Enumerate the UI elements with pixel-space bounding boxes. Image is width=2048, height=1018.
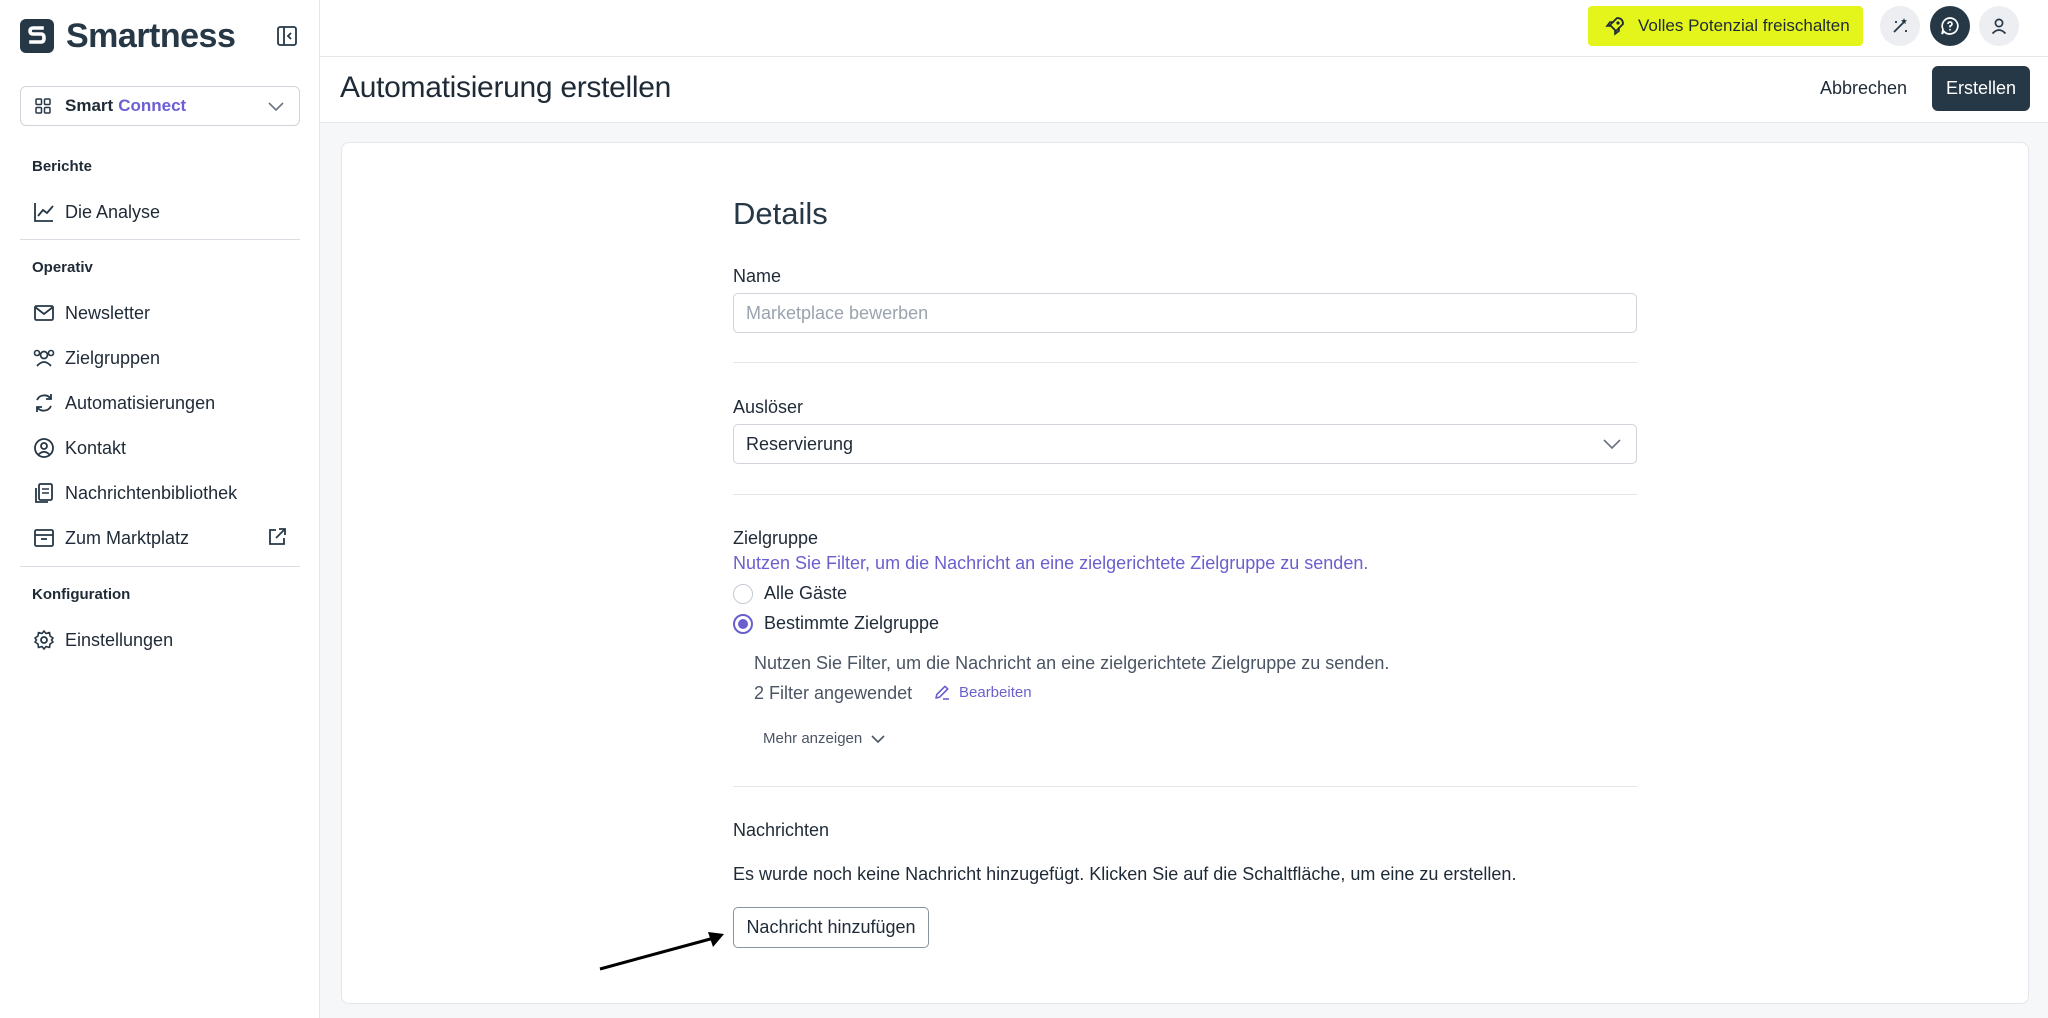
sidebar-item-label: Kontakt bbox=[65, 437, 127, 458]
show-more-label: Mehr anzeigen bbox=[763, 730, 863, 747]
filter-hint-text: Nutzen Sie Filter, um die Nachricht an e… bbox=[754, 653, 1390, 673]
sidebar-item-kontakt[interactable]: Kontakt bbox=[32, 432, 300, 464]
mail-icon bbox=[32, 301, 56, 325]
edit-filters-label: Bearbeiten bbox=[959, 683, 1032, 701]
brand-name: Smartness bbox=[66, 16, 236, 55]
details-heading: Details bbox=[733, 196, 828, 231]
user-circle-icon bbox=[32, 436, 56, 460]
radio-specific-audience[interactable]: Bestimmte Zielgruppe bbox=[733, 613, 939, 634]
audience-helper-text: Nutzen Sie Filter, um die Nachricht an e… bbox=[733, 553, 1369, 573]
trigger-label: Auslöser bbox=[733, 397, 804, 417]
collapse-sidebar-icon[interactable] bbox=[274, 23, 300, 49]
app-switcher-sublabel: Connect bbox=[118, 96, 187, 115]
user-icon bbox=[1991, 18, 2007, 35]
radio-label: Alle Gäste bbox=[764, 583, 848, 603]
sidebar-item-einstellungen[interactable]: Einstellungen bbox=[32, 624, 300, 656]
sidebar-item-newsletter[interactable]: Newsletter bbox=[32, 297, 300, 329]
add-message-button[interactable]: Nachricht hinzufügen bbox=[733, 907, 929, 948]
sidebar-divider bbox=[20, 566, 300, 567]
messages-empty-text: Es wurde noch keine Nachricht hinzugefüg… bbox=[733, 864, 1517, 884]
smartness-logo-icon bbox=[20, 19, 54, 53]
sidebar-item-label: Nachrichtenbibliothek bbox=[65, 482, 238, 503]
sidebar-item-automatisierungen[interactable]: Automatisierungen bbox=[32, 387, 300, 419]
rocket-icon bbox=[1605, 17, 1624, 36]
app-switcher-label: Smart bbox=[65, 96, 114, 115]
trigger-select[interactable]: Reservierung bbox=[733, 424, 1637, 464]
name-input[interactable] bbox=[733, 293, 1637, 333]
inbox-icon bbox=[32, 526, 56, 550]
profile-button[interactable] bbox=[1979, 6, 2019, 46]
sidebar-divider bbox=[20, 239, 300, 240]
refresh-icon bbox=[32, 391, 56, 415]
radio-label: Bestimmte Zielgruppe bbox=[764, 613, 940, 633]
page-header: Automatisierung erstellen Abbrechen Erst… bbox=[320, 57, 2048, 123]
upgrade-button[interactable]: Volles Potenzial freischalten bbox=[1588, 6, 1863, 46]
radio-button-selected[interactable] bbox=[733, 613, 753, 634]
filters-applied-text: 2 Filter angewendet bbox=[754, 683, 913, 703]
page-title: Automatisierung erstellen bbox=[340, 71, 672, 104]
section-heading-berichte: Berichte bbox=[32, 158, 93, 175]
chevron-down-icon bbox=[1603, 439, 1621, 450]
chevron-down-icon bbox=[871, 734, 885, 743]
magic-wand-icon bbox=[1893, 18, 1907, 33]
magic-wand-button[interactable] bbox=[1880, 6, 1920, 46]
radio-all-guests[interactable]: Alle Gäste bbox=[733, 583, 847, 604]
sidebar-item-label: Zum Marktplatz bbox=[65, 527, 190, 548]
sidebar-item-nachrichtenbibliothek[interactable]: Nachrichtenbibliothek bbox=[32, 477, 300, 509]
top-bar: Volles Potenzial freischalten bbox=[320, 0, 2048, 57]
create-button[interactable]: Erstellen bbox=[1932, 66, 2030, 111]
sidebar-item-analyse[interactable]: Die Analyse bbox=[32, 196, 300, 228]
grid-icon bbox=[35, 98, 51, 114]
sidebar-item-label: Zielgruppen bbox=[65, 347, 161, 368]
radio-button[interactable] bbox=[733, 583, 753, 604]
users-icon bbox=[32, 346, 56, 370]
edit-filters-link[interactable]: Bearbeiten bbox=[933, 683, 1032, 701]
section-divider bbox=[733, 786, 1637, 787]
upgrade-label: Volles Potenzial freischalten bbox=[1638, 16, 1850, 35]
sidebar-item-zielgruppen[interactable]: Zielgruppen bbox=[32, 342, 300, 374]
name-label: Name bbox=[733, 266, 782, 286]
chat-help-icon bbox=[1941, 17, 1959, 35]
sidebar-item-marktplatz[interactable]: Zum Marktplatz bbox=[32, 522, 300, 554]
audience-label: Zielgruppe bbox=[733, 528, 819, 548]
show-more-link[interactable]: Mehr anzeigen bbox=[763, 730, 886, 747]
trigger-selected-value: Reservierung bbox=[746, 433, 854, 454]
pencil-icon bbox=[935, 685, 949, 700]
sidebar-item-label: Newsletter bbox=[65, 302, 151, 323]
messages-heading: Nachrichten bbox=[733, 820, 830, 840]
section-divider bbox=[733, 362, 1637, 363]
cancel-button[interactable]: Abbrechen bbox=[1820, 78, 1907, 99]
help-chat-button[interactable] bbox=[1930, 6, 1970, 46]
section-heading-operativ: Operativ bbox=[32, 259, 93, 276]
sidebar-item-label: Die Analyse bbox=[65, 201, 161, 222]
sidebar: Smartness Smart Connect Berichte Die Ana… bbox=[0, 0, 320, 1018]
brand-logo[interactable]: Smartness bbox=[20, 16, 300, 56]
annotation-arrow-icon bbox=[599, 932, 724, 971]
sidebar-item-label: Automatisierungen bbox=[65, 392, 216, 413]
chevron-down-icon bbox=[268, 102, 284, 112]
gear-icon bbox=[32, 628, 56, 652]
chart-line-icon bbox=[32, 200, 56, 224]
section-heading-konfiguration: Konfiguration bbox=[32, 586, 131, 603]
app-switcher-dropdown[interactable]: Smart Connect bbox=[20, 86, 300, 126]
sidebar-item-label: Einstellungen bbox=[65, 629, 174, 650]
section-divider bbox=[733, 494, 1637, 495]
library-icon bbox=[32, 481, 56, 505]
external-link-icon bbox=[266, 526, 288, 553]
